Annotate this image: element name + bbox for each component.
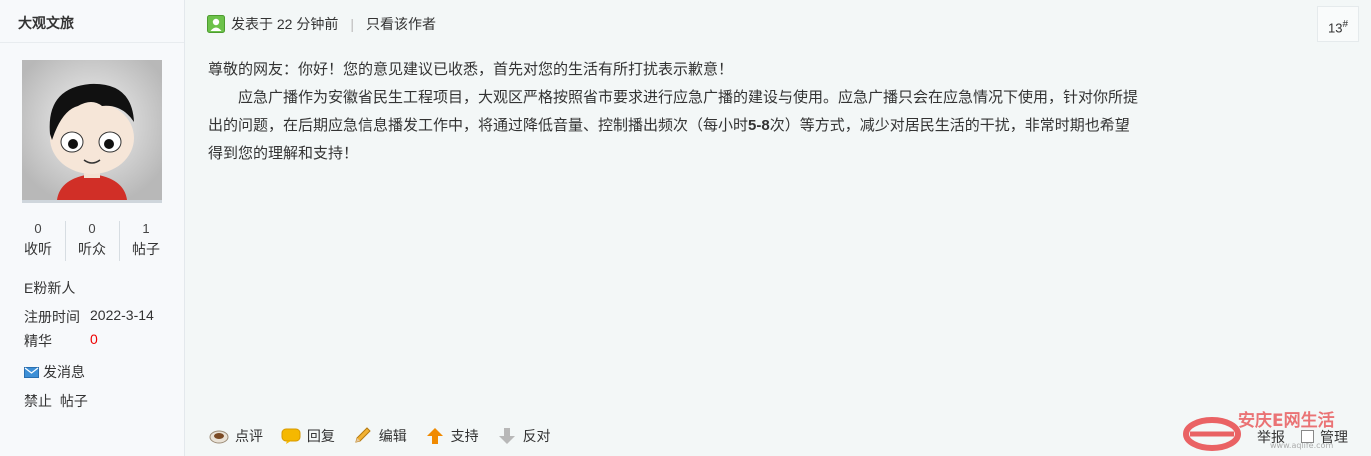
stat-following-count: 0 xyxy=(34,221,42,236)
ban-user-link[interactable]: 禁止 xyxy=(24,393,52,409)
only-author-link[interactable]: 只看该作者 xyxy=(366,16,436,32)
user-group: E粉新人 xyxy=(24,280,76,296)
author-sidebar: 大观文旅 0 收听 0 听众 1 帖子 E粉新人 注册时间 2022-3-14 … xyxy=(0,0,185,456)
send-message-link[interactable]: 发消息 xyxy=(24,362,85,382)
stat-followers[interactable]: 0 听众 xyxy=(65,221,119,259)
digest-value: 0 xyxy=(90,331,98,347)
register-row: 注册时间 2022-3-14 xyxy=(24,307,154,327)
speech-bubble-icon xyxy=(281,428,301,444)
stat-followers-label: 听众 xyxy=(78,241,106,257)
post-paragraph-2-bold: 5-8 xyxy=(748,117,770,134)
stat-posts-label: 帖子 xyxy=(132,241,160,257)
digest-label: 精华 xyxy=(24,333,52,349)
pencil-icon xyxy=(355,427,371,443)
divider xyxy=(0,42,184,43)
stat-posts-count: 1 xyxy=(142,221,150,236)
send-message-label: 发消息 xyxy=(43,364,85,380)
register-date: 2022-3-14 xyxy=(90,307,154,323)
ban-posts-link[interactable]: 帖子 xyxy=(60,393,88,409)
digest-row: 精华 0 xyxy=(24,331,98,351)
posted-time: 发表于 22 分钟前 xyxy=(231,16,339,32)
coffee-cup-icon xyxy=(209,430,229,444)
post-paragraph-2: 应急广播作为安徽省民生工程项目，大观区严格按照省市要求进行应急广播的建设与使用。… xyxy=(208,84,1138,168)
manage-label: 管理 xyxy=(1320,429,1348,445)
floor-number[interactable]: 13# xyxy=(1317,6,1359,42)
edit-button[interactable]: 编辑 xyxy=(353,425,407,447)
floor-hash: # xyxy=(1342,19,1349,30)
stat-following-label: 收听 xyxy=(24,241,52,257)
arrow-up-icon xyxy=(426,428,443,444)
post-actions: 点评 回复 编辑 支持 反对 xyxy=(209,425,565,447)
header-separator: | xyxy=(350,16,354,32)
stat-following[interactable]: 0 收听 xyxy=(11,221,65,259)
post-paragraph-1: 尊敬的网友：你好！您的意见建议已收悉，首先对您的生活有所打扰表示歉意！ xyxy=(208,61,734,78)
stat-followers-count: 0 xyxy=(88,221,96,236)
avatar-cartoon-boy-image xyxy=(22,60,162,200)
online-user-icon xyxy=(207,15,225,33)
report-link[interactable]: 举报 xyxy=(1257,427,1285,447)
envelope-icon xyxy=(24,367,39,378)
reply-label: 回复 xyxy=(306,428,335,444)
oppose-button[interactable]: 反对 xyxy=(497,425,551,447)
support-button[interactable]: 支持 xyxy=(425,425,479,447)
arrow-down-icon xyxy=(498,428,515,444)
stat-posts[interactable]: 1 帖子 xyxy=(119,221,173,259)
register-label: 注册时间 xyxy=(24,309,80,325)
moderation-row: 禁止 帖子 xyxy=(24,391,92,411)
post-content-area: 发表于 22 分钟前 | 只看该作者 13# 尊敬的网友：你好！您的意见建议已收悉，… xyxy=(185,0,1371,456)
edit-label: 编辑 xyxy=(378,428,407,444)
post-header: 发表于 22 分钟前 | 只看该作者 xyxy=(207,14,436,34)
floor-number-value: 13 xyxy=(1327,20,1343,36)
oppose-label: 反对 xyxy=(522,428,551,444)
manage-checkbox[interactable] xyxy=(1301,430,1314,443)
comment-label: 点评 xyxy=(235,428,263,444)
support-label: 支持 xyxy=(450,428,479,444)
comment-button[interactable]: 点评 xyxy=(209,425,263,447)
reply-button[interactable]: 回复 xyxy=(281,425,335,447)
author-stats: 0 收听 0 听众 1 帖子 xyxy=(11,221,174,261)
avatar[interactable] xyxy=(22,60,162,203)
post-body: 尊敬的网友：你好！您的意见建议已收悉，首先对您的生活有所打扰表示歉意！ 应急广播… xyxy=(208,56,1138,168)
manage-toggle[interactable]: 管理 xyxy=(1301,427,1348,447)
author-name[interactable]: 大观文旅 xyxy=(18,13,74,33)
